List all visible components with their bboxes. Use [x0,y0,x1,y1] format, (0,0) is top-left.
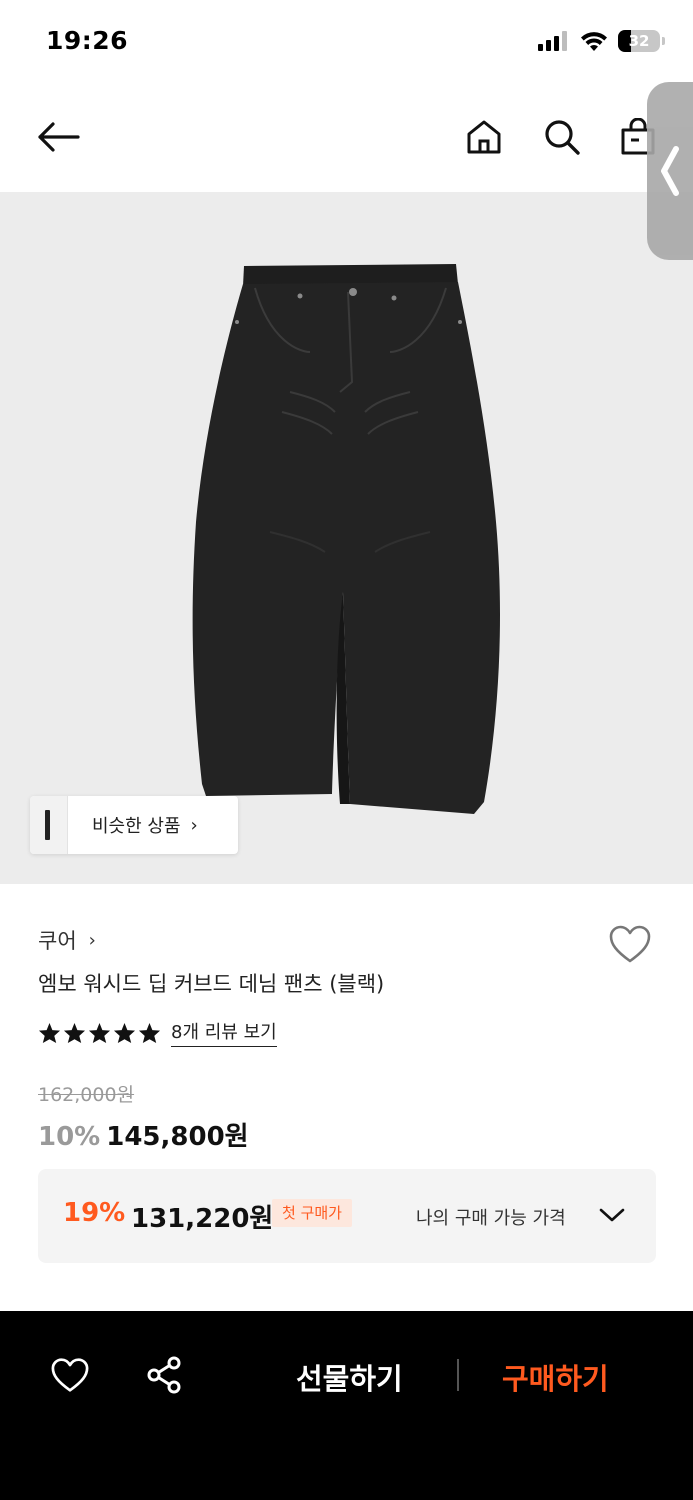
rating-stars [38,1022,161,1044]
back-button[interactable] [34,113,82,161]
home-button[interactable] [460,113,508,161]
star-icon [138,1022,161,1043]
chevron-right-icon: › [88,929,96,951]
search-button[interactable] [538,113,586,161]
rating-row: 8개 리뷰 보기 [38,1018,277,1047]
heart-icon [51,1358,89,1392]
first-purchase-price-box[interactable]: 19% 131,220원 첫 구매가 나의 구매 가능 가격 [38,1169,656,1263]
chevron-right-icon: › [190,814,198,836]
chevron-down-icon[interactable] [598,1203,626,1227]
star-icon [113,1022,136,1043]
star-icon [88,1022,111,1043]
price-row: 10% 145,800원 [38,1116,249,1153]
similar-products-label: 비슷한 상품 [92,816,181,837]
divider [457,1359,459,1391]
first-purchase-price: 131,220원 [131,1204,274,1234]
signal-icon [538,31,567,51]
star-icon [38,1022,61,1043]
back-arrow-icon [38,122,80,152]
gift-button[interactable]: 선물하기 [296,1356,403,1398]
status-time: 19:26 [46,26,129,55]
nav-header [0,80,693,192]
product-photo-pants [192,264,500,814]
battery-icon: 32 [618,30,660,52]
sale-price: 145,800원 [106,1122,249,1152]
share-icon [147,1356,181,1394]
side-panel-handle[interactable] [647,82,693,260]
buy-button[interactable]: 구매하기 [502,1356,609,1398]
review-link[interactable]: 8개 리뷰 보기 [171,1018,277,1047]
product-title: 엠보 워시드 딥 커브드 데님 팬츠 (블랙) [38,972,385,996]
share-button[interactable] [141,1351,189,1399]
bottom-action-bar: 선물하기 구매하기 [0,1311,693,1500]
status-bar: 19:26 32 [0,0,693,80]
similar-product-thumbnail [30,796,68,854]
brand-link[interactable]: 쿠어 › [38,925,96,955]
heart-icon [609,925,651,963]
brand-name: 쿠어 [38,929,77,953]
my-price-label[interactable]: 나의 구매 가능 가격 [416,1204,566,1230]
search-icon [545,120,580,155]
first-purchase-discount: 19% [63,1198,126,1228]
wifi-icon [581,31,607,51]
bottom-wishlist-button[interactable] [46,1351,94,1399]
original-price: 162,000원 [38,1084,135,1106]
discount-rate: 10% [38,1122,101,1152]
battery-percentage: 32 [628,32,650,50]
battery-cap [662,37,665,45]
product-image[interactable]: 비슷한 상품 › [0,192,693,884]
star-icon [63,1022,86,1043]
similar-products-button[interactable]: 비슷한 상품 › [30,796,238,854]
first-purchase-badge: 첫 구매가 [272,1199,352,1227]
status-icons: 32 [538,30,665,52]
chevron-left-icon [661,146,679,196]
home-icon [467,120,501,154]
wishlist-button[interactable] [606,920,654,968]
